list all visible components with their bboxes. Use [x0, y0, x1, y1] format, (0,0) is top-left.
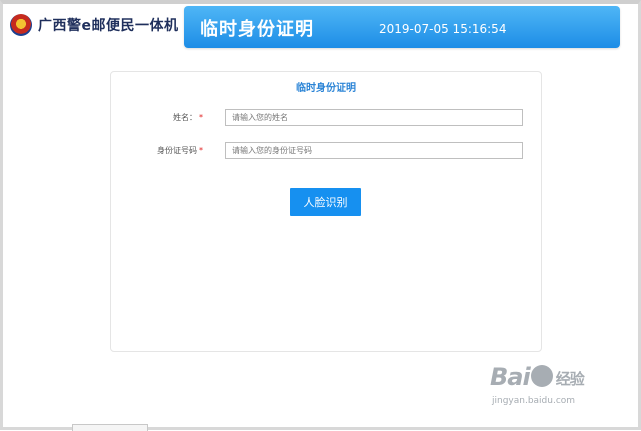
watermark-logo: Bai 经验: [490, 363, 585, 391]
brand-name: 广西警e邮便民一体机: [38, 18, 179, 34]
brand: 广西警e邮便民一体机: [10, 8, 180, 42]
form-title: 临时身份证明: [296, 83, 356, 94]
face-recognition-button[interactable]: 人脸识别: [290, 188, 361, 216]
required-mark: *: [199, 113, 203, 122]
police-emblem-icon: [10, 14, 32, 36]
name-row: 姓名： *: [111, 109, 541, 127]
baidu-paw-icon: [530, 365, 553, 387]
form-card: 临时身份证明 姓名：* 身份证号码* 人脸识别: [110, 71, 542, 352]
id-label: 身份证号码 *: [157, 146, 203, 155]
name-label: 姓名： *: [173, 113, 203, 122]
datetime: 2019-07-05 15:16:54: [379, 22, 507, 36]
id-row: 身份证号码 *: [111, 142, 541, 160]
name-input[interactable]: [225, 109, 523, 126]
watermark-url: jingyan.baidu.com: [492, 396, 576, 406]
id-number-input[interactable]: [225, 142, 523, 159]
header-bar: 临时身份证明 2019-07-05 15:16:54: [184, 6, 620, 48]
page-title: 临时身份证明: [200, 19, 314, 40]
watermark: Bai 经验 jingyan.baidu.com: [490, 363, 610, 413]
required-mark: *: [199, 146, 203, 155]
